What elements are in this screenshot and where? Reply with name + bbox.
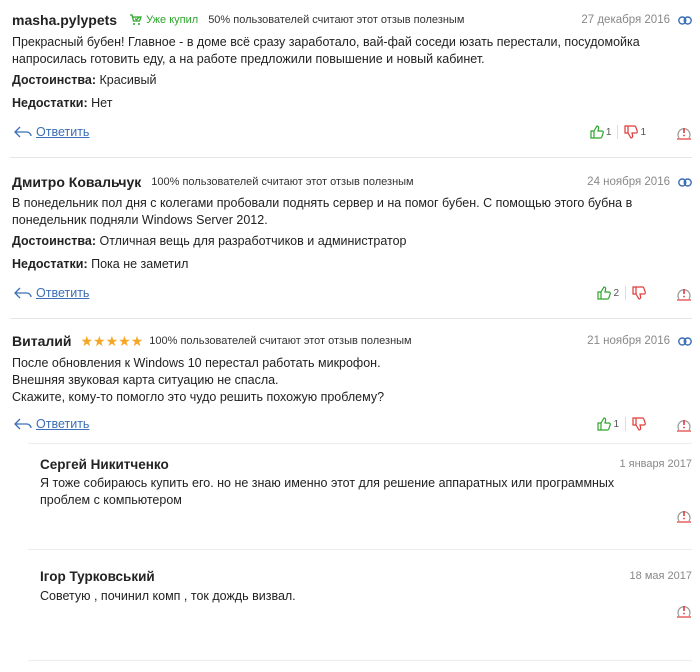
cons: Недостатки: Пока не заметил	[12, 257, 188, 271]
reply-button[interactable]: Ответить	[14, 417, 89, 431]
report-button[interactable]	[676, 286, 692, 301]
review-text: В понедельник пол дня с колегами пробова…	[12, 196, 633, 227]
reply-button[interactable]: Ответить	[14, 125, 89, 139]
dislike-button[interactable]	[632, 286, 646, 300]
thumb-down-icon	[624, 125, 639, 139]
cons: Недостатки: Нет	[12, 96, 112, 110]
comment-divider	[28, 549, 692, 550]
cart-check-icon	[130, 14, 143, 25]
votes: 1 1	[590, 125, 692, 140]
review-text-line: После обновления к Windows 10 перестал р…	[12, 356, 381, 370]
report-warning-icon	[677, 288, 691, 301]
pros-value: Красивый	[99, 73, 157, 87]
pros-label: Достоинства:	[12, 234, 97, 248]
dislike-button[interactable]: 1	[624, 125, 646, 139]
review-actions: Ответить 1 1	[14, 122, 692, 142]
comment-text: Советую , починил комп , ток дождь визва…	[40, 589, 296, 603]
reply-arrow-icon	[14, 126, 32, 138]
like-button[interactable]: 1	[590, 125, 612, 139]
rating-stars: ★ ★ ★ ★ ★	[80, 334, 143, 348]
star-icon: ★	[80, 333, 94, 349]
report-warning-icon	[677, 511, 691, 523]
review-header: Виталий ★ ★ ★ ★ ★ 100% пользователей считают…	[12, 331, 692, 351]
cons-label: Недостатки:	[12, 257, 88, 271]
star-icon: ★	[105, 333, 119, 349]
link-chain-icon[interactable]	[678, 336, 692, 346]
like-button[interactable]: 1	[597, 417, 619, 431]
pros: Достоинства: Красивый	[12, 73, 157, 87]
review-actions: Ответить 1	[14, 414, 692, 434]
useful-percent: 50% пользователей считают этот отзыв пол…	[208, 14, 465, 26]
thumb-up-icon	[597, 286, 612, 300]
review-actions: Ответить 2	[14, 283, 692, 303]
bought-label: Уже купил	[146, 14, 199, 26]
like-button[interactable]: 2	[597, 286, 619, 300]
reply-button[interactable]: Ответить	[14, 286, 89, 300]
cons-label: Недостатки:	[12, 96, 88, 110]
link-chain-icon[interactable]	[678, 177, 692, 187]
comment-divider	[28, 443, 692, 444]
review-date: 24 ноября 2016	[587, 176, 670, 188]
report-button[interactable]	[676, 125, 692, 140]
report-warning-icon	[677, 419, 691, 432]
useful-percent: 100% пользователей считают этот отзыв по…	[149, 335, 412, 347]
vote-divider	[625, 286, 626, 300]
review-date: 21 ноября 2016	[587, 335, 670, 347]
review-author[interactable]: masha.pylypets	[12, 12, 117, 28]
reply-label: Ответить	[36, 286, 90, 300]
reply-arrow-icon	[14, 287, 32, 299]
comment-text: Я тоже собираюсь купить его. но не знаю …	[40, 476, 615, 507]
like-count: 2	[613, 287, 619, 299]
cons-value: Нет	[91, 96, 113, 110]
reply-label: Ответить	[36, 417, 90, 431]
review-text-line: Скажите, кому-то помогло это чудо решить…	[12, 390, 385, 404]
bought-badge: Уже купил	[129, 14, 198, 26]
report-warning-icon	[677, 127, 691, 140]
vote-divider	[625, 417, 626, 431]
thumb-up-icon	[597, 417, 612, 431]
report-warning-icon	[677, 606, 691, 618]
comment-header: Ігор Турковський 18 мая 2017	[40, 567, 692, 585]
comment-author[interactable]: Сергей Никитченко	[40, 457, 169, 472]
useful-percent: 100% пользователей считают этот отзыв по…	[151, 176, 414, 188]
comment-author[interactable]: Ігор Турковський	[40, 569, 155, 584]
like-count: 1	[605, 126, 612, 138]
report-button[interactable]	[676, 417, 692, 432]
pros-label: Достоинства:	[12, 73, 97, 87]
comment-date: 1 января 2017	[619, 458, 692, 470]
review-text: После обновления к Windows 10 перестал р…	[12, 355, 672, 406]
like-count: 1	[613, 418, 619, 430]
pros-value: Отличная вещь для разработчиков и админи…	[99, 234, 407, 248]
report-button[interactable]	[676, 508, 692, 523]
thumb-down-icon	[632, 286, 646, 300]
reply-arrow-icon	[14, 418, 32, 430]
dislike-button[interactable]	[632, 417, 646, 431]
review-divider	[10, 157, 692, 158]
thumb-up-icon	[590, 125, 604, 139]
comment-header: Сергей Никитченко 1 января 2017	[40, 455, 692, 473]
link-chain-icon[interactable]	[678, 15, 692, 25]
thumb-down-icon	[632, 417, 646, 431]
review-text-line: Внешняя звуковая карта ситуацию не спасл…	[12, 373, 279, 387]
review-text: Прекрасный бубен! Главное - в доме всё с…	[12, 35, 640, 66]
pros: Достоинства: Отличная вещь для разработч…	[12, 234, 407, 248]
review-divider	[10, 318, 692, 319]
vote-divider	[617, 125, 619, 139]
votes: 2	[597, 286, 692, 301]
star-icon: ★	[118, 333, 131, 349]
dislike-count: 1	[640, 126, 646, 138]
review-date: 27 декабря 2016	[581, 14, 670, 26]
report-button[interactable]	[676, 603, 692, 618]
votes: 1	[597, 417, 692, 432]
review-author[interactable]: Виталий	[12, 333, 71, 349]
review-header: masha.pylypets Уже купил 50% пользовател…	[12, 10, 692, 30]
cons-value: Пока не заметил	[91, 257, 189, 271]
comment-divider	[28, 660, 692, 661]
star-icon: ★	[130, 333, 144, 349]
star-icon: ★	[93, 333, 106, 349]
review-header: Дмитро Ковальчук 100% пользователей счит…	[12, 172, 692, 192]
comment-date: 18 мая 2017	[629, 570, 692, 582]
review-author[interactable]: Дмитро Ковальчук	[12, 174, 141, 190]
reply-label: Ответить	[36, 125, 90, 139]
